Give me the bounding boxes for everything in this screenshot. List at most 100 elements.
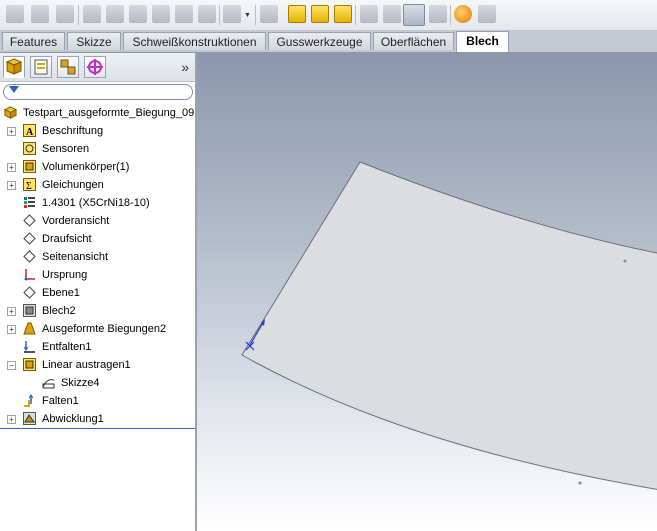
tree-item-label: Ursprung: [42, 269, 88, 281]
sheet-metal-icon: [23, 304, 36, 317]
expander-icon[interactable]: −: [7, 361, 16, 370]
tree-item-label: Ausgeformte Biegungen2: [42, 323, 167, 335]
tree-item-label: Abwicklung1: [42, 413, 104, 425]
configuration-manager-tab-icon[interactable]: [57, 56, 79, 78]
tree-item-label: Linear austragen1: [42, 359, 131, 371]
extrude-icon: [23, 358, 36, 371]
tree-item-label: Vorderansicht: [42, 215, 110, 227]
tree-item-sketch4[interactable]: Skizze4: [0, 374, 195, 392]
tree-item-label: Blech2: [42, 305, 76, 317]
tree-item-annotations[interactable]: + A Beschriftung: [0, 122, 195, 140]
unfold-icon: [23, 341, 35, 353]
tree-item-label: Seitenansicht: [42, 251, 109, 263]
tree-root[interactable]: Testpart_ausgeformte_Biegung_09: [0, 104, 195, 122]
fold-tool-icon[interactable]: [383, 5, 401, 23]
no-bends-icon[interactable]: [429, 5, 447, 23]
tree-item-origin[interactable]: Ursprung: [0, 266, 195, 284]
svg-text:A: A: [26, 127, 34, 137]
unfold-tool-icon[interactable]: [360, 5, 378, 23]
tree-root-label: Testpart_ausgeformte_Biegung_09: [23, 107, 195, 119]
expand-panel-icon[interactable]: »: [181, 59, 189, 75]
rollback-bar[interactable]: [0, 428, 195, 429]
origin-icon: [24, 269, 35, 281]
tree-filter-input[interactable]: [3, 84, 193, 100]
hem-icon[interactable]: [129, 5, 147, 23]
tree-item-label: Beschriftung: [42, 125, 104, 137]
corner-tool-icon[interactable]: [223, 5, 241, 23]
tree-item-material[interactable]: 1.4301 (X5CrNi18-10): [0, 194, 195, 212]
tree-item-plane1[interactable]: Ebene1: [0, 284, 195, 302]
tree-item-solid-bodies[interactable]: + Volumenkörper(1): [0, 158, 195, 176]
tree-item-equations[interactable]: + Σ Gleichungen: [0, 176, 195, 194]
filter-icon: [9, 86, 19, 93]
svg-text:Σ: Σ: [26, 181, 32, 191]
tree-item-label: Volumenkörper(1): [42, 161, 130, 173]
tree-item-label: Draufsicht: [42, 233, 92, 245]
tree-item-lofted-bends[interactable]: + Ausgeformte Biegungen2: [0, 320, 195, 338]
expander-icon[interactable]: +: [7, 127, 16, 136]
sheet-metal-part[interactable]: [241, 161, 657, 491]
miter-flange-icon[interactable]: [106, 5, 124, 23]
tree-item-label: Skizze4: [61, 377, 100, 389]
fold-icon: [24, 394, 34, 407]
expander-icon[interactable]: +: [7, 163, 16, 172]
vent-icon[interactable]: [334, 5, 352, 23]
forming-tool-icon[interactable]: [260, 5, 278, 23]
tab-mold-tools[interactable]: Gusswerkzeuge: [268, 32, 371, 50]
plane-icon: [23, 214, 36, 227]
expander-icon[interactable]: +: [7, 415, 16, 424]
tab-sheet-metal[interactable]: Blech: [456, 31, 509, 52]
insert-bends-icon[interactable]: [478, 5, 496, 23]
dimxpert-tab-icon[interactable]: [84, 56, 106, 78]
property-manager-tab-icon[interactable]: [30, 56, 52, 78]
panel-tabs: »: [0, 53, 195, 82]
sketched-bend-icon[interactable]: [175, 5, 193, 23]
extruded-cut-icon[interactable]: [288, 5, 306, 23]
command-manager-tabs: Features Skizze Schweißkonstruktionen Gu…: [0, 30, 657, 53]
jog-icon[interactable]: [152, 5, 170, 23]
base-flange-icon[interactable]: [6, 5, 24, 23]
sheet-metal-toolbar: ▼: [0, 0, 657, 31]
part-icon: [4, 106, 17, 119]
feature-manager-panel: » Testpart_ausgeformte_Biegung_09 + A Be…: [0, 53, 197, 531]
chevron-down-icon[interactable]: ▼: [244, 12, 251, 19]
plane-icon: [23, 286, 36, 299]
tree-item-label: Entfalten1: [42, 341, 92, 353]
tree-item-label: 1.4301 (X5CrNi18-10): [42, 197, 150, 209]
expander-icon[interactable]: +: [7, 307, 16, 316]
rip-icon[interactable]: [454, 5, 472, 23]
graphics-area[interactable]: [197, 53, 657, 531]
sensor-icon: [23, 142, 36, 155]
feature-manager-tab-icon[interactable]: [3, 56, 25, 78]
annotation-icon: A: [23, 124, 36, 137]
tree-item-label: Falten1: [42, 395, 79, 407]
expander-icon[interactable]: +: [7, 181, 16, 190]
convert-to-sheet-metal-icon[interactable]: [31, 5, 49, 23]
tree-item-sensors[interactable]: Sensoren: [0, 140, 195, 158]
lofted-bend-tool-icon[interactable]: [56, 5, 74, 23]
tree-item-unfold[interactable]: Entfalten1: [0, 338, 195, 356]
tree-item-extrude[interactable]: − Linear austragen1: [0, 356, 195, 374]
tree-item-flat-pattern[interactable]: + Abwicklung1: [0, 410, 195, 428]
edge-flange-icon[interactable]: [83, 5, 101, 23]
tree-item-label: Sensoren: [42, 143, 90, 155]
tab-surfaces[interactable]: Oberflächen: [373, 32, 454, 50]
plane-icon: [23, 250, 36, 263]
simple-hole-icon[interactable]: [311, 5, 329, 23]
tree-item-sheet-metal[interactable]: + Blech2: [0, 302, 195, 320]
tree-item-top-plane[interactable]: Draufsicht: [0, 230, 195, 248]
part-view: [241, 161, 657, 491]
flatten-icon[interactable]: [403, 4, 425, 26]
expander-icon[interactable]: +: [7, 325, 16, 334]
cross-break-icon[interactable]: [198, 5, 216, 23]
tree-item-right-plane[interactable]: Seitenansicht: [0, 248, 195, 266]
tab-sketch[interactable]: Skizze: [67, 32, 121, 50]
flat-pattern-icon: [23, 412, 36, 425]
tree-item-fold[interactable]: Falten1: [0, 392, 195, 410]
tree-item-label: Gleichungen: [42, 179, 104, 191]
tab-features[interactable]: Features: [2, 32, 65, 50]
tab-weldments[interactable]: Schweißkonstruktionen: [123, 32, 266, 50]
material-icon: [24, 197, 35, 208]
plane-icon: [23, 232, 36, 245]
tree-item-front-plane[interactable]: Vorderansicht: [0, 212, 195, 230]
